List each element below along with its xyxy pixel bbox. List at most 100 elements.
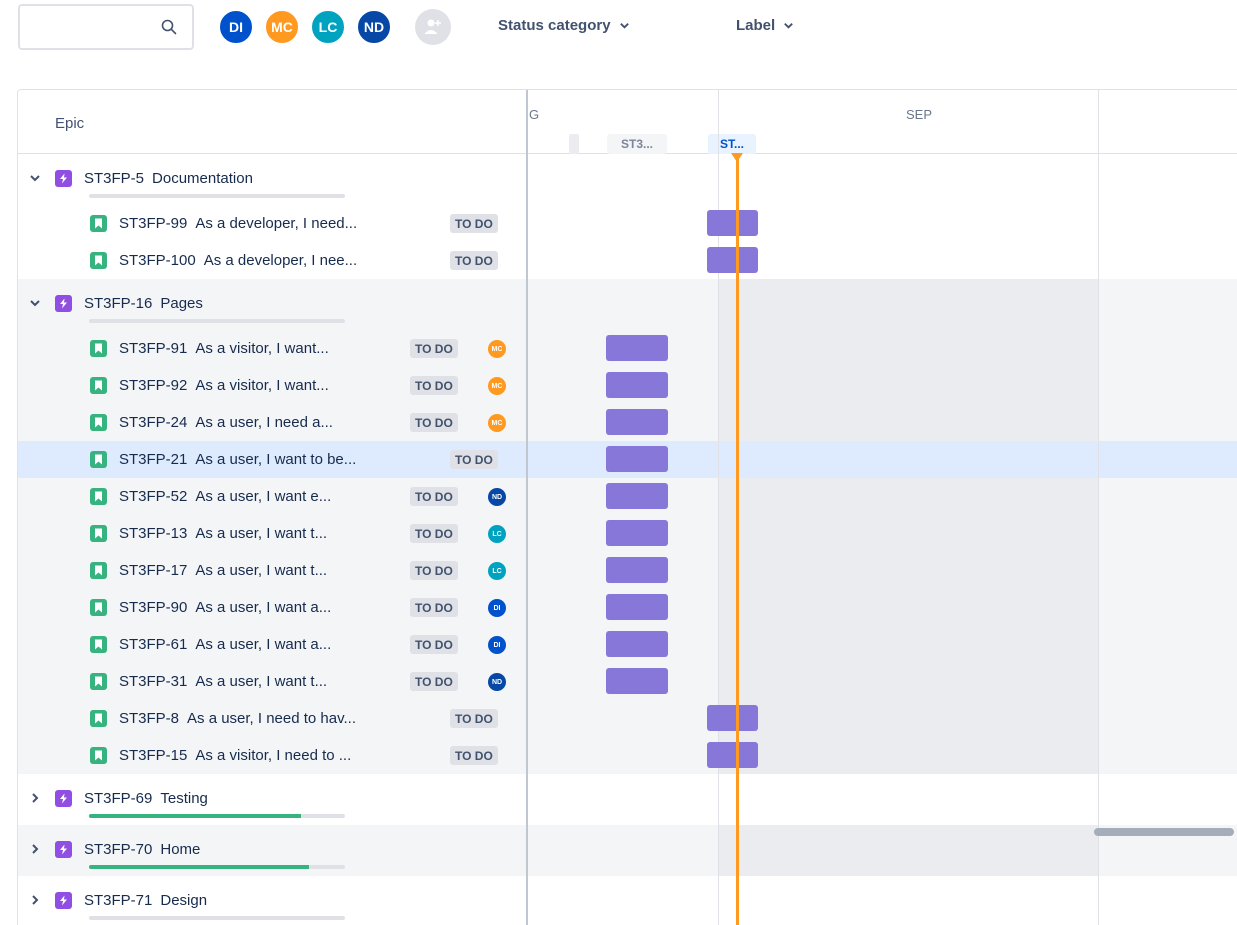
add-people-button[interactable] (415, 9, 451, 45)
search-input[interactable] (18, 4, 194, 50)
issue-row[interactable]: ST3FP-92 As a visitor, I want... TO DO MC (18, 367, 1237, 404)
avatar-di[interactable]: DI (218, 9, 254, 45)
epic-row[interactable]: ST3FP-16 Pages (18, 279, 1237, 330)
issue-key[interactable]: ST3FP-71 (84, 892, 152, 909)
issue-summary: As a user, I want t... (195, 673, 328, 690)
status-lozenge[interactable]: TO DO (450, 746, 498, 765)
issue-key[interactable]: ST3FP-61 (119, 636, 187, 653)
schedule-bar[interactable] (606, 520, 668, 546)
avatar-lc[interactable]: LC (310, 9, 346, 45)
issue-key[interactable]: ST3FP-21 (119, 451, 187, 468)
epic-row[interactable]: ST3FP-5 Documentation (18, 154, 1237, 205)
schedule-bar[interactable] (707, 247, 758, 273)
issue-key[interactable]: ST3FP-31 (119, 673, 187, 690)
assignee-avatar[interactable]: DI (488, 636, 506, 654)
issue-key[interactable]: ST3FP-92 (119, 377, 187, 394)
status-lozenge[interactable]: TO DO (450, 251, 498, 270)
issue-label: ST3FP-31 As a user, I want t... (90, 663, 327, 700)
status-lozenge[interactable]: TO DO (410, 672, 458, 691)
issue-key[interactable]: ST3FP-5 (84, 170, 144, 187)
status-lozenge[interactable]: TO DO (410, 635, 458, 654)
issue-key[interactable]: ST3FP-13 (119, 525, 187, 542)
schedule-bar[interactable] (707, 742, 758, 768)
chevron-right-icon[interactable] (29, 894, 41, 906)
avatar-nd[interactable]: ND (356, 9, 392, 45)
label-filter[interactable]: Label (736, 17, 794, 34)
issue-key[interactable]: ST3FP-16 (84, 295, 152, 312)
status-lozenge[interactable]: TO DO (410, 487, 458, 506)
sprint-marker-past[interactable]: ST3... (607, 134, 667, 154)
issue-key[interactable]: ST3FP-70 (84, 841, 152, 858)
chevron-right-icon[interactable] (29, 843, 41, 855)
schedule-bar[interactable] (707, 705, 758, 731)
issue-key[interactable]: ST3FP-15 (119, 747, 187, 764)
issue-row[interactable]: ST3FP-13 As a user, I want t... TO DO LC (18, 515, 1237, 552)
issue-key[interactable]: ST3FP-52 (119, 488, 187, 505)
timeline-range-shade (718, 663, 1098, 700)
assignee-avatar[interactable]: LC (488, 562, 506, 580)
schedule-bar[interactable] (606, 483, 668, 509)
issue-key[interactable]: ST3FP-17 (119, 562, 187, 579)
column-resize-handle[interactable] (526, 90, 528, 925)
assignee-avatar[interactable]: ND (488, 488, 506, 506)
chevron-right-icon[interactable] (29, 792, 41, 804)
status-lozenge[interactable]: TO DO (410, 376, 458, 395)
status-lozenge[interactable]: TO DO (450, 709, 498, 728)
assignee-avatar[interactable]: ND (488, 673, 506, 691)
add-person-icon (424, 19, 441, 34)
timeline-range-shade (718, 589, 1098, 626)
schedule-bar[interactable] (606, 335, 668, 361)
chevron-down-icon[interactable] (29, 172, 41, 184)
schedule-bar[interactable] (606, 446, 668, 472)
schedule-bar[interactable] (606, 668, 668, 694)
issue-row[interactable]: ST3FP-21 As a user, I want to be... TO DO (18, 441, 1237, 478)
issue-row[interactable]: ST3FP-24 As a user, I need a... TO DO MC (18, 404, 1237, 441)
horizontal-scrollbar[interactable] (1094, 828, 1234, 836)
issue-row[interactable]: ST3FP-15 As a visitor, I need to ... TO DO (18, 737, 1237, 774)
schedule-bar[interactable] (707, 210, 758, 236)
epic-row[interactable]: ST3FP-70 Home (18, 825, 1237, 876)
chevron-down-icon[interactable] (29, 297, 41, 309)
issue-row[interactable]: ST3FP-100 As a developer, I nee... TO DO (18, 242, 1237, 279)
issue-key[interactable]: ST3FP-100 (119, 252, 196, 269)
status-lozenge[interactable]: TO DO (410, 339, 458, 358)
sprint-marker-current[interactable]: ST... (708, 134, 756, 154)
epic-row[interactable]: ST3FP-71 Design (18, 876, 1237, 925)
avatar-mc[interactable]: MC (264, 9, 300, 45)
schedule-bar[interactable] (606, 409, 668, 435)
issue-row[interactable]: ST3FP-52 As a user, I want e... TO DO ND (18, 478, 1237, 515)
schedule-bar[interactable] (606, 594, 668, 620)
status-lozenge[interactable]: TO DO (410, 561, 458, 580)
issue-row[interactable]: ST3FP-31 As a user, I want t... TO DO ND (18, 663, 1237, 700)
issue-row[interactable]: ST3FP-90 As a user, I want a... TO DO DI (18, 589, 1237, 626)
status-category-filter[interactable]: Status category (498, 17, 630, 34)
assignee-avatar[interactable]: MC (488, 414, 506, 432)
issue-summary: As a visitor, I want... (195, 377, 329, 394)
issue-label: ST3FP-15 As a visitor, I need to ... (90, 737, 351, 774)
issue-key[interactable]: ST3FP-99 (119, 215, 187, 232)
epic-row[interactable]: ST3FP-69 Testing (18, 774, 1237, 825)
issue-row[interactable]: ST3FP-99 As a developer, I need... TO DO (18, 205, 1237, 242)
issue-row[interactable]: ST3FP-17 As a user, I want t... TO DO LC (18, 552, 1237, 589)
issue-key[interactable]: ST3FP-24 (119, 414, 187, 431)
issue-row[interactable]: ST3FP-91 As a visitor, I want... TO DO MC (18, 330, 1237, 367)
issue-key[interactable]: ST3FP-90 (119, 599, 187, 616)
schedule-bar[interactable] (606, 631, 668, 657)
assignee-avatar[interactable]: LC (488, 525, 506, 543)
status-lozenge[interactable]: TO DO (450, 214, 498, 233)
assignee-avatar[interactable]: DI (488, 599, 506, 617)
schedule-bar[interactable] (606, 557, 668, 583)
status-lozenge[interactable]: TO DO (410, 524, 458, 543)
status-lozenge[interactable]: TO DO (410, 598, 458, 617)
status-lozenge[interactable]: TO DO (410, 413, 458, 432)
issue-key[interactable]: ST3FP-8 (119, 710, 179, 727)
status-lozenge[interactable]: TO DO (450, 450, 498, 469)
issue-key[interactable]: ST3FP-91 (119, 340, 187, 357)
schedule-bar[interactable] (606, 372, 668, 398)
issue-row[interactable]: ST3FP-8 As a user, I need to hav... TO DO (18, 700, 1237, 737)
issue-key[interactable]: ST3FP-69 (84, 790, 152, 807)
assignee-avatar[interactable]: MC (488, 340, 506, 358)
issue-row[interactable]: ST3FP-61 As a user, I want a... TO DO DI (18, 626, 1237, 663)
assignee-avatar[interactable]: MC (488, 377, 506, 395)
issue-summary: As a user, I want t... (195, 562, 328, 579)
